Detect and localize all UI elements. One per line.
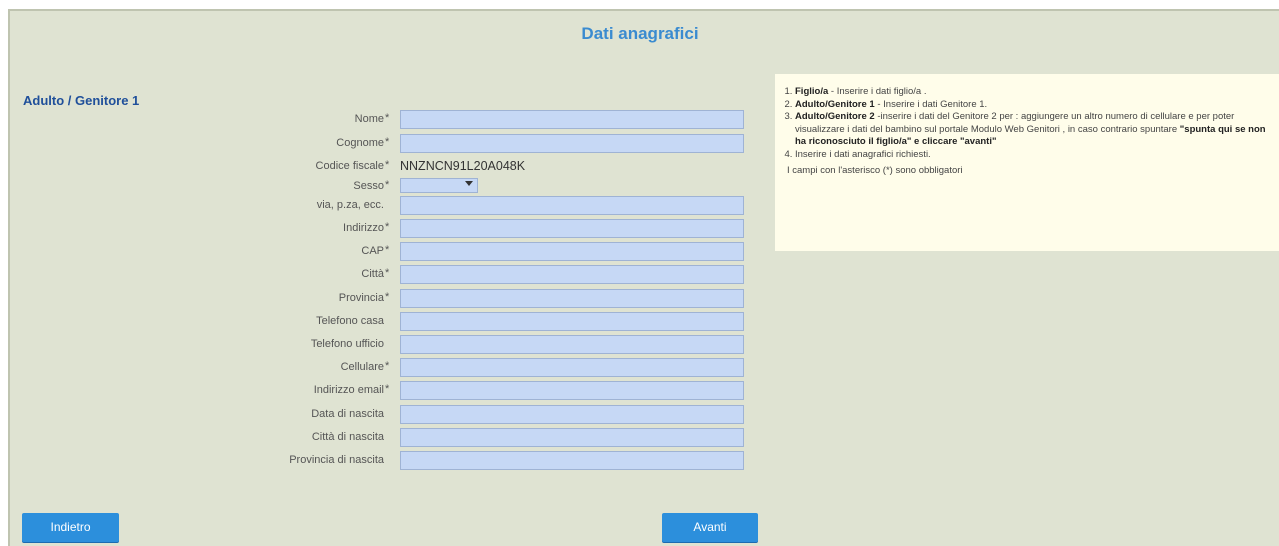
cellulare-label: Cellulare — [340, 361, 384, 373]
required-note: I campi con l'asterisco (*) sono obbliga… — [787, 165, 963, 176]
email-label-row: Indirizzo email — [100, 380, 396, 402]
instructions-box: Figlio/a - Inserire i dati figlio/a . Ad… — [775, 74, 1279, 251]
cap-required-asterisk: * — [385, 244, 390, 256]
top-bar — [0, 0, 1279, 8]
cap-label: CAP — [361, 245, 384, 257]
nome-input[interactable] — [400, 110, 744, 129]
instruction-1: Figlio/a - Inserire i dati figlio/a . — [795, 86, 1269, 99]
cap-input[interactable] — [400, 242, 744, 261]
indirizzo-required-asterisk: * — [385, 221, 390, 233]
telefono-casa-label: Telefono casa — [316, 315, 384, 327]
telefono-ufficio-label-row: Telefono ufficio — [100, 334, 396, 356]
telefono-casa-input[interactable] — [400, 312, 744, 331]
provincia-label: Provincia — [338, 292, 384, 304]
provincia-nascita-label-row: Provincia di nascita — [100, 450, 396, 472]
provincia-nascita-label: Provincia di nascita — [289, 454, 384, 466]
citta-nascita-input[interactable] — [400, 428, 744, 447]
nome-label: Nome — [354, 113, 384, 125]
cognome-label: Cognome — [336, 137, 384, 149]
cellulare-label-row: Cellulare — [100, 357, 396, 379]
provincia-label-row: Provincia — [100, 288, 396, 310]
codice-fiscale-label-row: Codice fiscale — [100, 156, 396, 178]
indirizzo-label: Indirizzo — [343, 222, 384, 234]
email-label: Indirizzo email — [313, 384, 384, 396]
page-title: Dati anagrafici — [581, 24, 699, 43]
data-nascita-label: Data di nascita — [311, 408, 384, 420]
citta-label-row: Città — [100, 264, 396, 286]
sesso-select[interactable] — [400, 178, 478, 193]
data-nascita-label-row: Data di nascita — [100, 404, 396, 426]
email-input[interactable] — [400, 381, 744, 400]
cellulare-input[interactable] — [400, 358, 744, 377]
telefono-ufficio-label: Telefono ufficio — [310, 338, 384, 350]
email-required-asterisk: * — [385, 383, 390, 395]
nome-required-asterisk: * — [385, 112, 390, 124]
indirizzo-label-row: Indirizzo — [100, 218, 396, 240]
data-nascita-input[interactable] — [400, 405, 744, 424]
cognome-label-row: Cognome — [100, 133, 396, 155]
provincia-input[interactable] — [400, 289, 744, 308]
citta-input[interactable] — [400, 265, 744, 284]
instruction-3: Adulto/Genitore 2 -inserire i dati del G… — [795, 111, 1269, 149]
citta-nascita-label-row: Città di nascita — [100, 427, 396, 449]
provincia-nascita-input[interactable] — [400, 451, 744, 470]
telefono-casa-label-row: Telefono casa — [100, 311, 396, 333]
citta-required-asterisk: * — [385, 267, 390, 279]
chevron-down-icon — [465, 181, 473, 186]
via-label: via, p.za, ecc. — [316, 199, 384, 211]
cognome-required-asterisk: * — [385, 136, 390, 148]
nome-label-row: Nome — [100, 109, 396, 131]
citta-label: Città — [361, 268, 384, 280]
cap-label-row: CAP — [100, 241, 396, 263]
codice-fiscale-value: NNZNCN91L20A048K — [400, 159, 526, 173]
codice-fiscale-required-asterisk: * — [385, 159, 390, 171]
codice-fiscale-label: Codice fiscale — [315, 160, 384, 172]
back-button[interactable]: Indietro — [22, 513, 119, 542]
cellulare-required-asterisk: * — [385, 360, 390, 372]
instruction-2: Adulto/Genitore 1 - Inserire i dati Geni… — [795, 99, 1269, 112]
sesso-required-asterisk: * — [385, 179, 390, 191]
cognome-input[interactable] — [400, 134, 744, 153]
instruction-4: Inserire i dati anagrafici richiesti. — [795, 149, 1269, 162]
next-button[interactable]: Avanti — [662, 513, 758, 542]
citta-nascita-label: Città di nascita — [311, 431, 384, 443]
provincia-required-asterisk: * — [385, 291, 390, 303]
via-input[interactable] — [400, 196, 744, 215]
indirizzo-input[interactable] — [400, 219, 744, 238]
section-title: Adulto / Genitore 1 — [23, 93, 140, 108]
telefono-ufficio-input[interactable] — [400, 335, 744, 354]
sesso-label: Sesso — [353, 180, 384, 192]
via-label-row: via, p.za, ecc. — [100, 195, 396, 217]
